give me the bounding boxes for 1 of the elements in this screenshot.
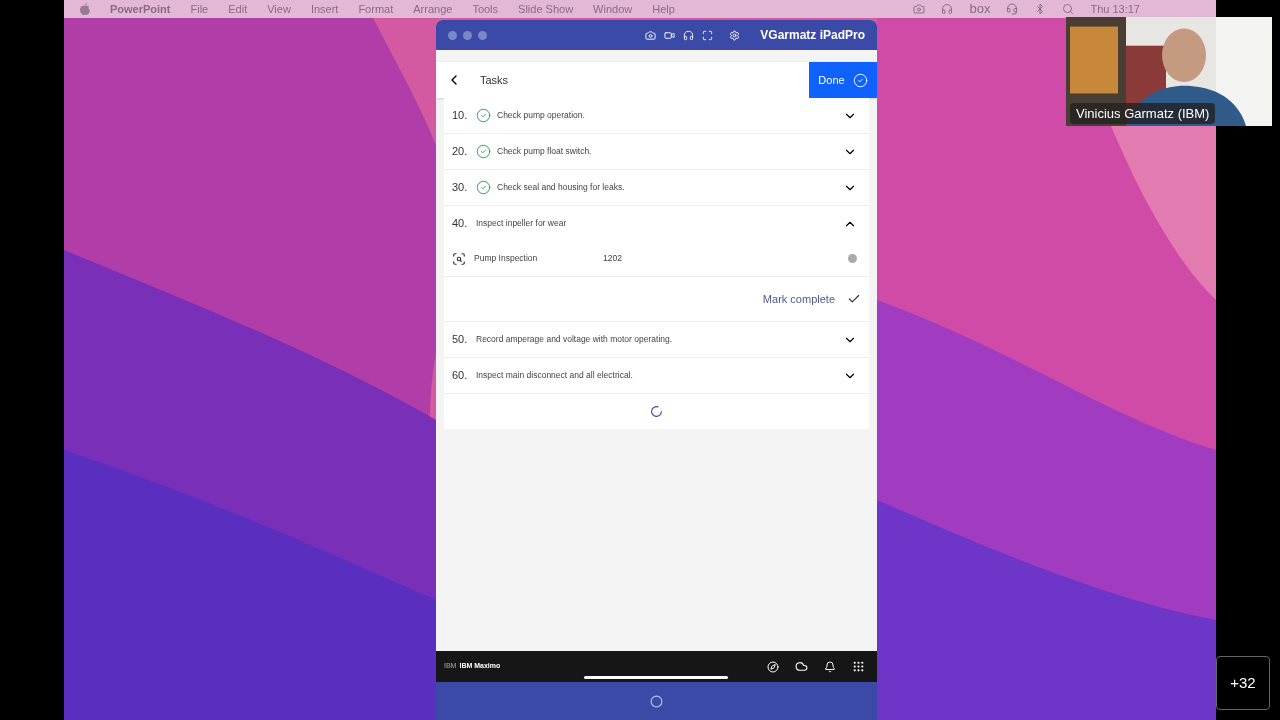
participant-count[interactable]: +32 bbox=[1216, 656, 1270, 710]
